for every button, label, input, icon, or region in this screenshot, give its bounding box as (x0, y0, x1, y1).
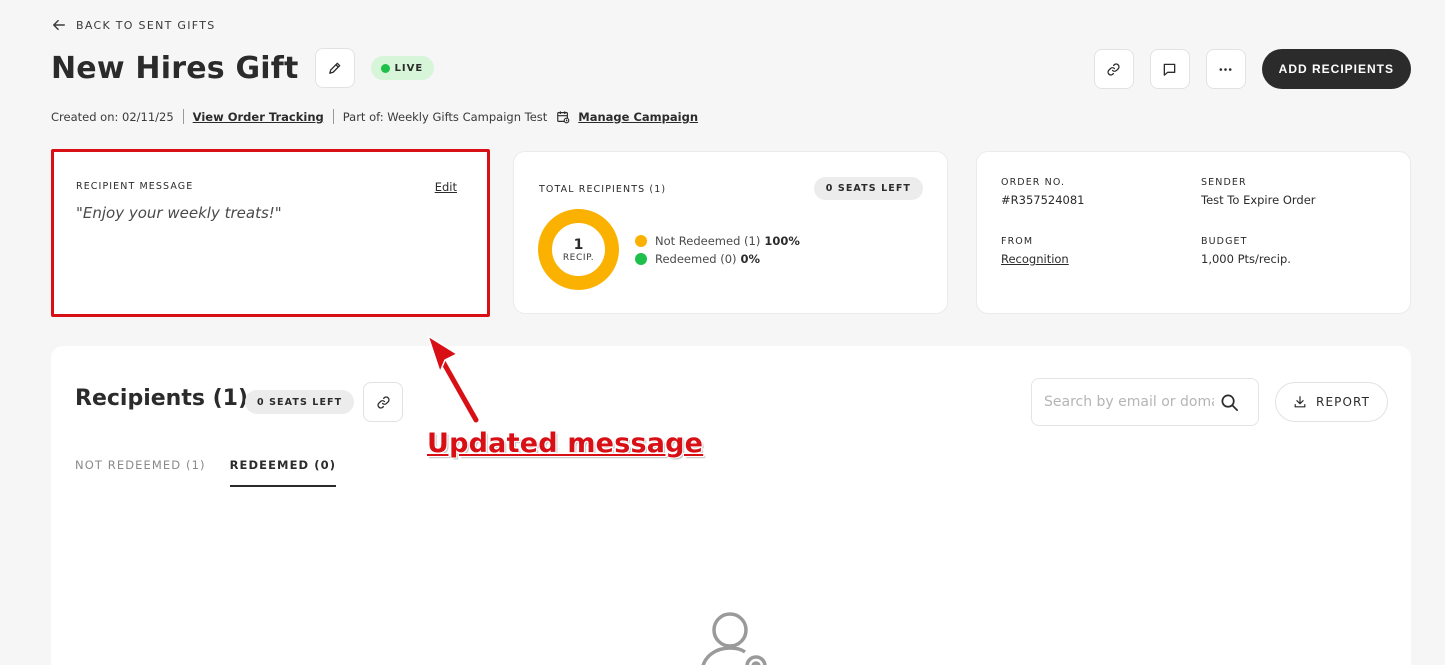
back-to-sent-gifts-link[interactable]: BACK TO SENT GIFTS (52, 18, 216, 32)
download-report-button[interactable]: REPORT (1275, 382, 1388, 422)
arrow-left-icon (53, 19, 65, 31)
meta-divider (332, 109, 334, 124)
comment-button[interactable] (1149, 49, 1190, 89)
legend-percent: 100% (764, 234, 800, 248)
from-recognition-link[interactable]: Recognition (1001, 252, 1069, 266)
page-title: New Hires Gift (51, 50, 299, 86)
campaign-name: Part of: Weekly Gifts Campaign Test (342, 109, 548, 124)
recipient-message-label: RECIPIENT MESSAGE (76, 181, 194, 192)
meta-divider (182, 109, 184, 124)
search-icon[interactable] (1220, 393, 1239, 412)
more-horizontal-icon (1219, 67, 1232, 71)
copy-recipients-link-button[interactable] (363, 382, 403, 422)
donut-count: 1 (573, 236, 584, 253)
order-number-field: ORDER NO. #R357524081 (1001, 177, 1084, 207)
from-field: FROM Recognition (1001, 236, 1069, 266)
from-label: FROM (1001, 236, 1034, 247)
recipients-section: Recipients (1) 0 SEATS LEFT REPORT NOT R… (51, 346, 1411, 665)
header-actions: ADD RECIPIENTS (1093, 49, 1411, 89)
budget-field: BUDGET 1,000 Pts/recip. (1201, 236, 1291, 266)
search-input[interactable] (1044, 394, 1214, 410)
status-badge: LIVE (370, 56, 435, 80)
tab-not-redeemed[interactable]: NOT REDEEMED (1) (75, 458, 206, 487)
download-icon (1294, 396, 1306, 408)
seats-left-badge: 0 SEATS LEFT (813, 177, 923, 200)
recipient-search (1031, 378, 1259, 426)
legend-dot-redeemed (635, 253, 647, 265)
pencil-icon (329, 62, 341, 74)
order-details-card: ORDER NO. #R357524081 SENDER Test To Exp… (976, 151, 1411, 314)
manage-campaign-link[interactable]: Manage Campaign (578, 110, 698, 124)
budget-label: BUDGET (1201, 236, 1248, 247)
total-recipients-label: TOTAL RECIPIENTS (1) (539, 184, 667, 195)
created-date: Created on: 02/11/25 (51, 109, 174, 124)
add-recipients-button[interactable]: ADD RECIPIENTS (1261, 49, 1411, 89)
recipients-legend: Not Redeemed (1) 100% Redeemed (0) 0% (635, 232, 800, 268)
gift-meta: Created on: 02/11/25 View Order Tracking… (51, 109, 698, 124)
campaign-icon (557, 110, 570, 123)
sender-value: Test To Expire Order (1201, 193, 1316, 207)
link-icon (376, 395, 390, 409)
order-number-value: #R357524081 (1001, 193, 1085, 207)
edit-message-link[interactable]: Edit (435, 180, 457, 194)
budget-value: 1,000 Pts/recip. (1201, 252, 1291, 266)
annotation-arrow-icon (427, 335, 480, 424)
report-label: REPORT (1316, 395, 1370, 409)
recipient-message-card: RECIPIENT MESSAGE Edit "Enjoy your weekl… (51, 149, 490, 317)
sender-label: SENDER (1201, 177, 1247, 188)
seats-left-badge: 0 SEATS LEFT (245, 390, 355, 414)
back-label: BACK TO SENT GIFTS (76, 18, 216, 32)
legend-percent: 0% (740, 252, 761, 266)
legend-dot-not-redeemed (635, 235, 647, 247)
link-icon (1107, 62, 1120, 76)
status-label: LIVE (394, 62, 424, 74)
legend-label: Redeemed (0) (655, 252, 737, 266)
total-recipients-card: TOTAL RECIPIENTS (1) 0 SEATS LEFT 1 RECI… (513, 151, 948, 314)
chat-bubble-icon (1163, 63, 1176, 76)
copy-link-button[interactable] (1093, 49, 1134, 89)
view-order-tracking-link[interactable]: View Order Tracking (193, 110, 324, 124)
recipients-donut-chart: 1 RECIP. (538, 209, 619, 290)
more-options-button[interactable] (1205, 49, 1246, 89)
legend-item-not-redeemed: Not Redeemed (1) 100% (635, 232, 800, 250)
user-settings-icon (701, 612, 767, 665)
annotation-label: Updated message (427, 428, 704, 459)
donut-unit: RECIP. (562, 252, 595, 263)
order-number-label: ORDER NO. (1001, 177, 1066, 188)
live-dot (380, 63, 390, 73)
tab-redeemed[interactable]: REDEEMED (0) (229, 458, 337, 487)
legend-item-redeemed: Redeemed (0) 0% (635, 250, 800, 268)
edit-title-button[interactable] (314, 48, 355, 88)
recipients-title: Recipients (1) (75, 386, 249, 411)
recipient-message-text: "Enjoy your weekly treats!" (76, 204, 282, 222)
legend-label: Not Redeemed (1) (655, 234, 761, 248)
title-row: New Hires Gift LIVE (51, 48, 435, 88)
sender-field: SENDER Test To Expire Order (1201, 177, 1316, 207)
recipient-tabs: NOT REDEEMED (1) REDEEMED (0) (75, 458, 337, 487)
